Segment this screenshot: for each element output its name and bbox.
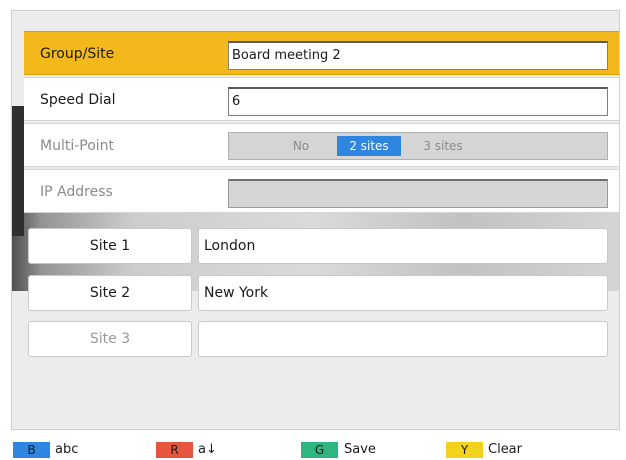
red-key-label: a↓ [198,442,217,457]
option-2-sites[interactable]: 2 sites [337,136,401,156]
speed-dial-input[interactable]: 6 [228,87,608,116]
key-legend: B abc R a↓ G Save Y Clear [0,432,626,460]
yellow-key-y[interactable]: Y [446,442,483,458]
yellow-key-label: Clear [488,442,522,457]
site-1-button[interactable]: Site 1 [28,228,192,264]
group-site-row[interactable]: Group/Site Board meeting 2 [24,31,619,75]
green-key-g[interactable]: G [301,442,338,458]
site-2-value[interactable]: New York [198,275,608,311]
speed-dial-row[interactable]: Speed Dial 6 [24,77,619,121]
settings-panel: Group/Site Board meeting 2 Speed Dial 6 … [11,10,620,430]
multi-point-label: Multi-Point [40,138,115,154]
multi-point-row[interactable]: Multi-Point No 2 sites 3 sites [24,123,619,167]
option-3-sites[interactable]: 3 sites [417,136,469,156]
blue-key-label: abc [55,442,79,457]
ip-address-label: IP Address [40,184,113,200]
group-site-label: Group/Site [40,46,115,62]
site-1-value[interactable]: London [198,228,608,264]
multi-point-selector[interactable]: No 2 sites 3 sites [228,132,608,160]
site-2-button[interactable]: Site 2 [28,275,192,311]
background-edge [12,106,24,236]
site-3-button[interactable]: Site 3 [28,321,192,357]
group-site-input[interactable]: Board meeting 2 [228,41,608,70]
ip-address-row[interactable]: IP Address [24,169,619,213]
speed-dial-label: Speed Dial [40,92,116,108]
blue-key-b[interactable]: B [13,442,50,458]
site-3-value[interactable] [198,321,608,357]
green-key-label: Save [344,442,376,457]
ip-address-input[interactable] [228,179,608,208]
red-key-r[interactable]: R [156,442,193,458]
option-no[interactable]: No [281,136,321,156]
